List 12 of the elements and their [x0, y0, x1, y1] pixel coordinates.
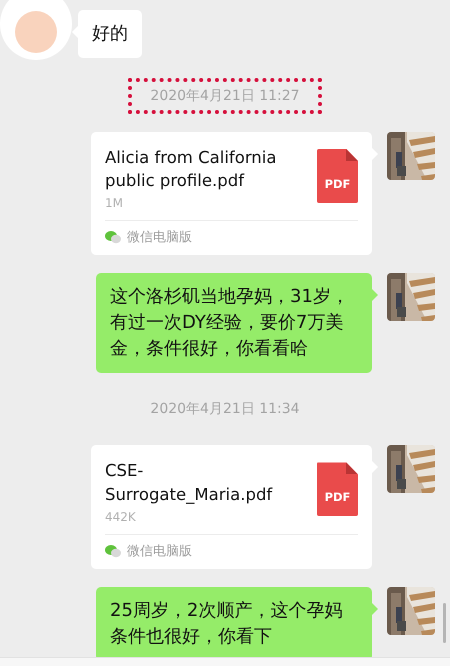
source-label: 微信电脑版 — [127, 542, 192, 560]
timestamp: 2020年4月21日 11:34 — [149, 400, 301, 420]
file-size: 442K — [105, 510, 137, 524]
source-label: 微信电脑版 — [127, 229, 192, 246]
pdf-file-icon: PDF — [317, 149, 358, 203]
pdf-file-icon: PDF — [317, 462, 358, 516]
file-name: Alicia from California public profile.pdf — [105, 147, 276, 192]
file-card[interactable]: Alicia from California public profile.pdf 1M PDF 微信电脑版 — [91, 132, 372, 256]
file-card[interactable]: CSE- Surrogate_Maria.pdf 442K PDF 微信电脑版 — [91, 445, 372, 569]
timestamp: 2020年4月21日 11:27 — [128, 78, 322, 114]
file-size: 1M — [105, 196, 124, 210]
file-name: CSE- Surrogate_Maria.pdf — [105, 460, 272, 506]
